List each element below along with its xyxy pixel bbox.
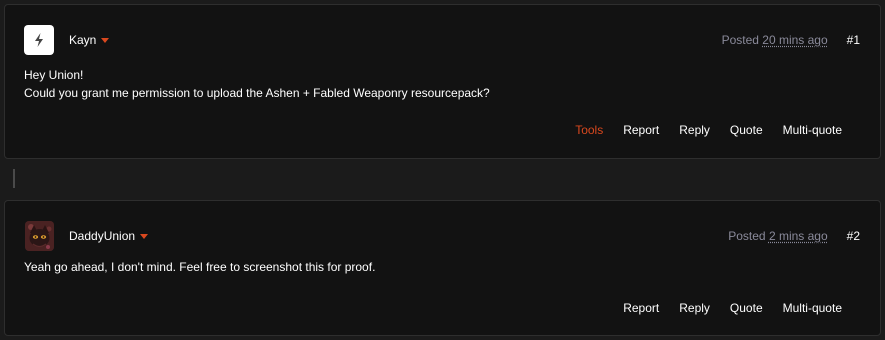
multi-quote-button[interactable]: Multi-quote	[783, 301, 842, 315]
tools-button[interactable]: Tools	[575, 123, 603, 137]
post-body: Yeah go ahead, I don't mind. Feel free t…	[24, 258, 375, 276]
caret-down-icon[interactable]	[140, 234, 149, 239]
kayn-avatar[interactable]	[24, 25, 54, 55]
post-1: Kayn Posted 20 mins ago #1 Hey Union! Co…	[4, 4, 881, 159]
reply-button[interactable]: Reply	[679, 301, 710, 315]
report-button[interactable]: Report	[623, 123, 659, 137]
report-button[interactable]: Report	[623, 301, 659, 315]
posted-timestamp: Posted 20 mins ago	[722, 33, 828, 47]
posted-label: Posted	[721, 33, 763, 47]
post-meta: Posted 20 mins ago #1	[722, 33, 860, 47]
post-2: DaddyUnion Posted 2 mins ago #2 Yeah go …	[4, 200, 881, 336]
posted-timestamp: Posted 2 mins ago	[728, 229, 827, 243]
lightning-bolt-icon	[35, 33, 43, 47]
username-dropdown[interactable]: DaddyUnion	[69, 229, 149, 243]
post-body-line: Yeah go ahead, I don't mind. Feel free t…	[24, 260, 376, 274]
post-number-link[interactable]: #2	[847, 229, 860, 243]
character-avatar-image	[25, 221, 54, 251]
post-body-line: Hey Union!	[24, 68, 84, 82]
caret-down-icon[interactable]	[101, 38, 110, 43]
post-body-line: Could you grant me permission to upload …	[24, 86, 490, 100]
post-meta: Posted 2 mins ago #2	[728, 229, 860, 243]
post-actions: Report Reply Quote Multi-quote	[623, 301, 842, 315]
multi-quote-button[interactable]: Multi-quote	[783, 123, 842, 137]
username[interactable]: DaddyUnion	[69, 229, 135, 243]
posted-label: Posted	[728, 229, 769, 243]
posted-time-link[interactable]: 2 mins ago	[769, 229, 828, 243]
post-number-link[interactable]: #1	[847, 33, 860, 47]
thread-divider	[13, 169, 15, 188]
post-actions: Tools Report Reply Quote Multi-quote	[575, 123, 842, 137]
posted-time-link[interactable]: 20 mins ago	[762, 33, 827, 47]
quote-button[interactable]: Quote	[730, 123, 763, 137]
reply-button[interactable]: Reply	[679, 123, 710, 137]
username-dropdown[interactable]: Kayn	[69, 33, 110, 47]
daddyunion-avatar[interactable]	[25, 221, 54, 251]
post-body: Hey Union! Could you grant me permission…	[24, 66, 490, 102]
username[interactable]: Kayn	[69, 33, 96, 47]
quote-button[interactable]: Quote	[730, 301, 763, 315]
